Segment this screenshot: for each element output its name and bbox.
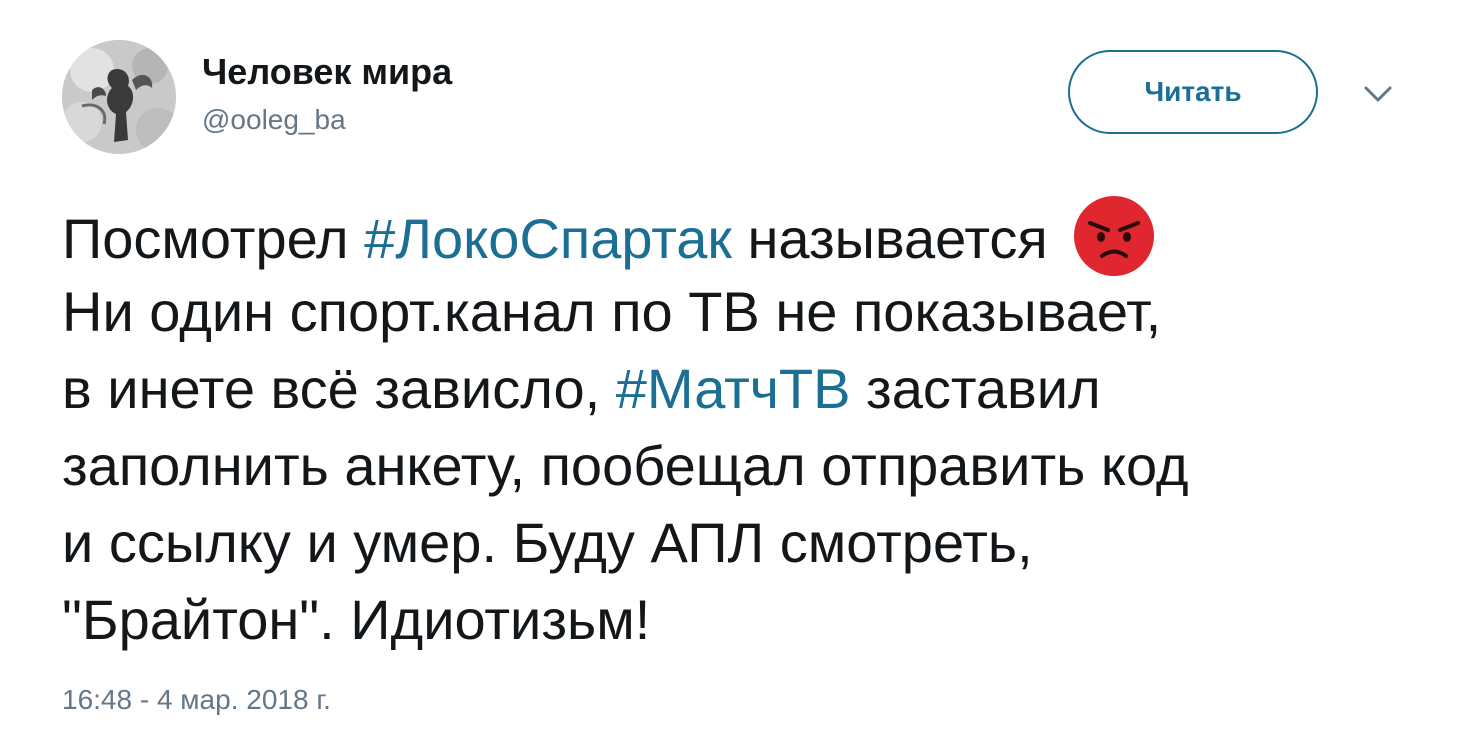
tweet-text-segment: Посмотрел xyxy=(62,207,365,270)
tweet-line: заполнить анкету, пообещал отправить код xyxy=(62,434,1189,497)
hashtag-link-matchtv[interactable]: #МатчТВ xyxy=(616,357,851,420)
avatar[interactable] xyxy=(62,40,176,154)
follow-button[interactable]: Читать xyxy=(1068,50,1318,134)
tweet-line: и ссылку и умер. Буду АПЛ смотреть, xyxy=(62,511,1033,574)
hashtag-link-lokospartak[interactable]: #ЛокоСпартак xyxy=(364,207,732,270)
angry-face-icon xyxy=(1073,196,1154,276)
tweet-text-segment: называется xyxy=(731,207,1048,270)
avatar-image xyxy=(62,40,176,154)
tweet-timestamp[interactable]: 16:48 - 4 мар. 2018 г. xyxy=(62,684,331,716)
author-display-name[interactable]: Человек мира xyxy=(202,52,452,92)
chevron-down-icon[interactable] xyxy=(1358,78,1398,110)
tweet-line: "Брайтон". Идиотизьм! xyxy=(62,588,651,651)
tweet-text: Посмотрел #ЛокоСпартак называется Ни оди… xyxy=(62,196,1422,658)
tweet-text-segment: заставил xyxy=(850,357,1101,420)
tweet-line: Посмотрел #ЛокоСпартак называется xyxy=(62,196,1422,276)
tweet-text-segment: в инете всё зависло, xyxy=(62,357,616,420)
tweet-line: в инете всё зависло, #МатчТВ заставил xyxy=(62,350,1422,427)
author-handle[interactable]: @ooleg_ba xyxy=(202,104,346,136)
tweet-line: Ни один спорт.канал по ТВ не показывает, xyxy=(62,280,1162,343)
